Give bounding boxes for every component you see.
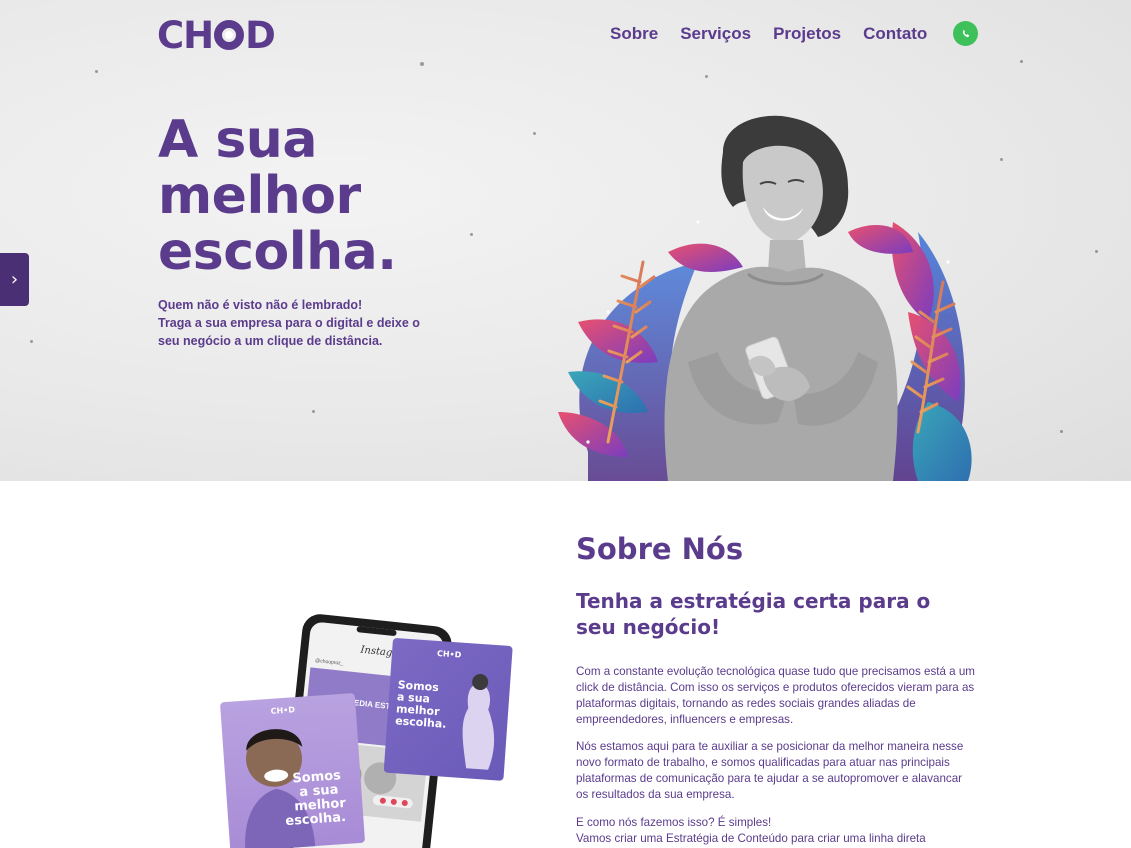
nav-link-sobre[interactable]: Sobre <box>610 24 658 44</box>
side-tab-toggle[interactable]: › <box>0 253 29 306</box>
about-title: Sobre Nós <box>576 532 744 566</box>
logo-text-left: CH <box>157 13 214 57</box>
about-paragraph-3-line-2: Vamos criar uma Estratégia de Conteúdo p… <box>576 832 926 845</box>
whatsapp-glyph <box>962 29 969 37</box>
background-speck <box>1020 60 1023 63</box>
card-right-logo: CH•D <box>437 649 462 660</box>
logo-ring-icon <box>214 20 245 50</box>
nav-link-servicos[interactable]: Serviços <box>680 24 751 44</box>
hero-title-line-1: A sua <box>158 110 317 170</box>
whatsapp-icon[interactable] <box>953 21 979 46</box>
background-speck <box>312 410 315 413</box>
hero-subtitle-line-3: seu negócio a um clique de distância. <box>158 334 383 348</box>
background-speck <box>95 70 98 73</box>
main-nav: Sobre Serviços Projetos Contato <box>610 21 979 46</box>
chevron-right-icon: › <box>10 269 19 290</box>
background-speck <box>470 233 473 236</box>
background-speck <box>705 75 708 78</box>
hero-title-line-2: melhor <box>158 166 361 226</box>
background-speck <box>420 62 424 66</box>
about-paragraph-3: E como nós fazemos isso? É simples! Vamo… <box>576 815 976 847</box>
hero-subtitle-line-2: Traga a sua empresa para o digital e dei… <box>158 316 420 330</box>
about-subtitle: Tenha a estratégia certa para o seu negó… <box>576 589 931 639</box>
background-speck <box>533 132 536 135</box>
background-speck <box>1000 158 1003 161</box>
background-speck <box>1060 430 1063 433</box>
hero-subtitle-line-1: Quem não é visto não é lembrado! <box>158 298 363 312</box>
brand-logo[interactable]: CH D <box>157 13 276 57</box>
background-speck <box>30 340 33 343</box>
about-paragraph-2: Nós estamos aqui para te auxiliar a se p… <box>576 740 964 801</box>
nav-link-contato[interactable]: Contato <box>863 24 927 44</box>
hero-section: CH D Sobre Serviços Projetos Contato › A… <box>0 0 1131 481</box>
hero-title: A sua melhor escolha. <box>158 110 397 282</box>
about-paragraph-3-line-1: E como nós fazemos isso? É simples! <box>576 816 772 829</box>
hero-illustration <box>558 115 972 481</box>
background-speck <box>1095 250 1098 253</box>
nav-link-projetos[interactable]: Projetos <box>773 24 841 44</box>
logo-text-right: D <box>245 13 276 57</box>
social-media-mockup: Instagram @chooproz_ SOCIAL MEDIA ESTRAT… <box>220 614 513 848</box>
hero-subtitle: Quem não é visto não é lembrado! Traga a… <box>158 296 423 350</box>
hero-title-line-3: escolha. <box>158 222 397 282</box>
about-paragraph-1: Com a constante evolução tecnológica qua… <box>576 665 975 726</box>
card-left-logo: CH•D <box>270 705 295 716</box>
